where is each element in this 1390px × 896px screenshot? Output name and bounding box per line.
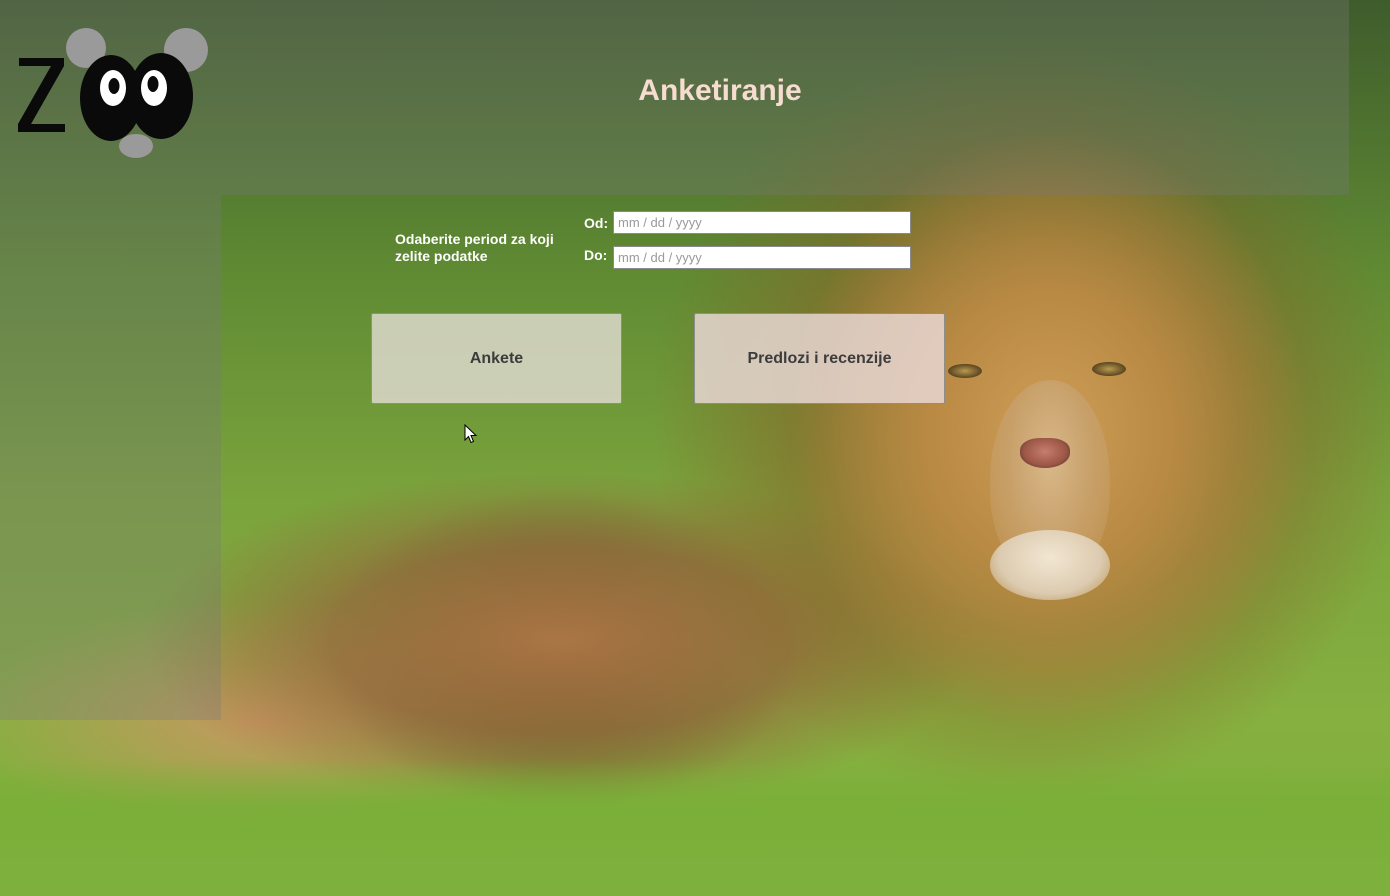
sidebar-panel	[0, 195, 221, 720]
lion-right-eye	[1092, 362, 1126, 376]
to-label: Do:	[584, 247, 608, 263]
from-date-input[interactable]	[613, 211, 911, 234]
lion-chin	[990, 530, 1110, 600]
suggestions-reviews-button[interactable]: Predlozi i recenzije	[694, 313, 945, 404]
to-date-input[interactable]	[613, 246, 911, 269]
lion-nose	[1020, 438, 1070, 468]
surveys-button[interactable]: Ankete	[371, 313, 622, 404]
from-label: Od:	[584, 215, 609, 231]
zoo-panda-logo-icon	[18, 28, 208, 158]
period-label: Odaberite period za koji zelite podatke	[395, 231, 554, 264]
background-grass	[0, 760, 1390, 896]
lion-left-eye	[948, 364, 982, 378]
mouse-pointer-icon	[464, 424, 478, 444]
zoo-logo[interactable]	[16, 26, 208, 161]
page-title: Anketiranje	[638, 74, 802, 107]
